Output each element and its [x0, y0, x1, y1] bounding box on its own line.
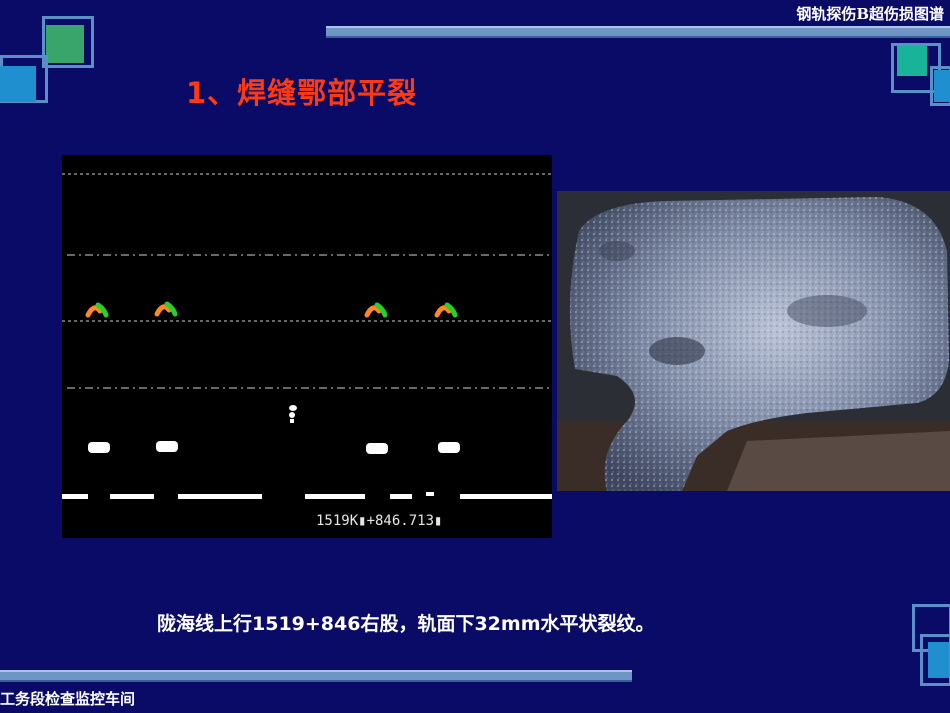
rail-fracture-photo [557, 191, 950, 491]
decor-square-green-top-left [46, 25, 84, 63]
position-readout: 1519K▮+846.713▮ [316, 513, 443, 529]
bscan-display: 1519K▮+846.713▮ [62, 155, 552, 538]
bscan-graph [62, 173, 552, 499]
bottom-echo-line [62, 492, 552, 499]
slide-title: 1、焊缝鄂部平裂 [186, 76, 418, 110]
decor-square-blue-top-left [0, 66, 36, 102]
decor-square-teal-top-right [897, 46, 927, 76]
echo-pair-2 [154, 301, 178, 317]
echo-mark-center [289, 405, 297, 423]
echo-pair-1 [85, 302, 109, 318]
decor-square-outline-bottom-right-2 [920, 634, 950, 686]
echo-blobs [88, 441, 460, 454]
decor-bar-top [326, 26, 950, 38]
footer-text: 工务段检查监控车间 [0, 690, 136, 708]
decor-bar-bottom [0, 670, 632, 682]
echo-pair-3 [364, 302, 388, 318]
rail-fracture-image [557, 191, 950, 491]
caption-text: 陇海线上行1519+846右股，轨面下32mm水平状裂纹。 [157, 613, 655, 635]
decor-square-blue-top-right [934, 70, 950, 102]
header-title: 钢轨探伤B超伤损图谱 [796, 5, 944, 23]
echo-pair-4 [434, 302, 458, 318]
